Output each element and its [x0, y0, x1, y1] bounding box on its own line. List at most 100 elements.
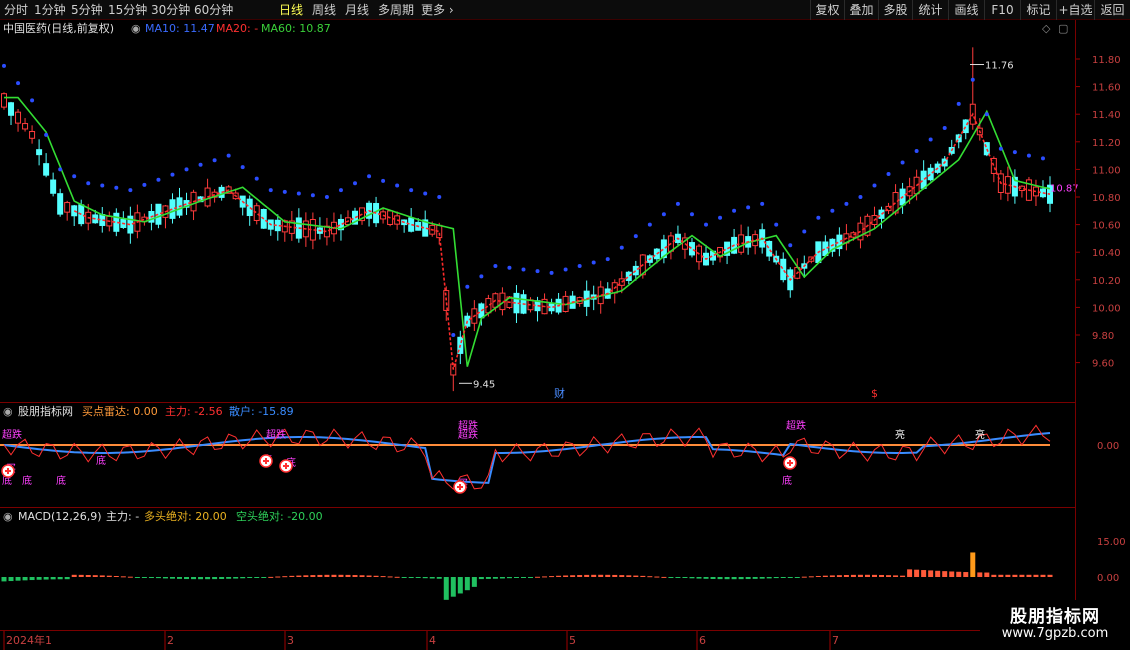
f10-button[interactable]: F10 — [984, 0, 1020, 20]
window-icon[interactable]: ▢ — [1058, 21, 1068, 37]
macd-histogram-bar — [710, 577, 716, 579]
resistance-dot — [830, 208, 835, 213]
macd-histogram-bar — [661, 576, 667, 578]
finance-marker: 财 — [554, 386, 565, 400]
candle-body — [766, 240, 773, 257]
macd-histogram-bar — [752, 577, 758, 579]
macd-histogram-bar — [268, 576, 274, 578]
statistics-button[interactable]: 统计 — [912, 0, 948, 20]
macd-histogram-bar — [528, 577, 534, 578]
stock-name-label: 中国医药(日线,前复权) — [3, 22, 115, 35]
signal-label: 超跌 — [266, 428, 286, 441]
watermark: 股朋指标网 www.7gpzb.com — [980, 600, 1130, 650]
macd-histogram-bar — [464, 577, 470, 591]
macd-tick-label: 0.00 — [1097, 573, 1119, 584]
candle-body — [8, 102, 15, 116]
macd-histogram-bar — [836, 575, 842, 577]
multi-stock-button[interactable]: 多股 — [878, 0, 912, 20]
macd-histogram-bar — [956, 571, 962, 577]
chevron-down-icon[interactable]: ◉ — [3, 404, 13, 420]
period-tab-weekly[interactable]: 周线 — [312, 2, 336, 18]
macd-histogram-bar — [942, 571, 948, 577]
macd-histogram-bar — [647, 576, 653, 578]
macd-histogram-bar — [879, 574, 885, 577]
period-tab-monthly[interactable]: 月线 — [345, 2, 369, 18]
macd-histogram-bar — [162, 577, 168, 579]
macd-histogram-bar — [366, 575, 372, 577]
macd-tick-label: 15.00 — [1097, 537, 1126, 548]
resistance-dot — [507, 265, 512, 270]
resistance-dot — [872, 183, 877, 188]
diamond-icon[interactable]: ◇ — [1042, 21, 1050, 37]
resistance-dot — [184, 167, 189, 172]
resistance-dot — [802, 229, 807, 234]
mark-button[interactable]: 标记 — [1020, 0, 1056, 20]
macd-histogram-bar — [191, 577, 197, 580]
macd-histogram-bar — [254, 577, 260, 578]
macd-histogram-bar — [1040, 574, 1046, 577]
period-tab-1min[interactable]: 1分钟 — [34, 2, 66, 18]
resistance-dot — [619, 245, 624, 250]
macd-histogram-bar — [893, 575, 899, 577]
period-tab-more[interactable]: 更多 › — [421, 2, 454, 18]
macd-histogram-bar — [29, 577, 35, 581]
macd-histogram-bar — [506, 577, 512, 579]
macd-histogram-bar — [1047, 574, 1053, 577]
buy-radar-label: 买点雷达: 0.00 — [82, 405, 158, 418]
candle-body — [50, 179, 57, 194]
resistance-dot — [942, 126, 947, 130]
macd-histogram-bar — [106, 575, 112, 577]
add-watchlist-button[interactable]: +自选 — [1056, 0, 1094, 20]
macd-histogram-bar — [703, 577, 709, 579]
period-tab-multi[interactable]: 多周期 — [378, 2, 414, 18]
period-tab-fenshi[interactable]: 分时 — [4, 2, 28, 18]
support-band-line — [73, 112, 1051, 370]
signal-label: 超跌 — [2, 428, 22, 441]
chart-canvas[interactable]: 11.80 11.60 11.40 11.20 11.00 10.80 10.60 10.40… — [0, 20, 1130, 650]
candle-body — [64, 202, 71, 213]
macd-histogram-bar — [310, 575, 316, 577]
period-tab-15min[interactable]: 15分钟 — [108, 2, 147, 18]
resistance-dot — [268, 188, 273, 193]
chevron-down-icon[interactable]: ◉ — [131, 21, 141, 37]
chevron-down-icon[interactable]: ◉ — [3, 509, 13, 525]
draw-line-button[interactable]: 画线 — [948, 0, 984, 20]
macd-histogram-bar — [598, 574, 604, 577]
resistance-dot — [367, 174, 372, 179]
candle-body — [57, 193, 64, 215]
macd-histogram-bar — [928, 570, 934, 577]
macd-histogram-bar — [387, 576, 393, 578]
macd-histogram-bar — [296, 575, 302, 577]
period-tab-5min[interactable]: 5分钟 — [71, 2, 103, 18]
price-tick-label: 11.20 — [1092, 138, 1121, 149]
resistance-dot — [661, 212, 666, 217]
resistance-dot — [338, 188, 343, 193]
ma10-label: MA10: 11.47 — [145, 22, 215, 35]
macd-histogram-bar — [570, 575, 576, 577]
signal-label: 底 — [782, 474, 792, 487]
resistance-dot — [465, 284, 470, 289]
macd-histogram-bar — [542, 576, 548, 578]
macd-histogram-bar — [50, 577, 56, 580]
macd-histogram-bar — [155, 577, 161, 579]
axis-divider — [1075, 20, 1076, 630]
period-tab-daily[interactable]: 日线 — [279, 2, 303, 18]
resistance-dot — [774, 222, 779, 227]
macd-histogram-bar — [970, 552, 976, 577]
back-button[interactable]: 返回 — [1094, 0, 1130, 20]
candle-body — [632, 265, 639, 276]
macd-histogram-bar — [57, 577, 63, 580]
resistance-dot — [395, 183, 400, 188]
macd-histogram-bar — [240, 577, 246, 579]
restore-rights-button[interactable]: 复权 — [810, 0, 844, 20]
macd-histogram-bar — [1012, 574, 1018, 577]
candle-body — [1, 93, 7, 108]
period-tab-30min[interactable]: 30分钟 — [151, 2, 190, 18]
resistance-dot — [44, 132, 49, 137]
candle-body — [29, 131, 36, 139]
candle-body — [253, 205, 260, 221]
period-toolbar: 分时 1分钟 5分钟 15分钟 30分钟 60分钟 日线 周线 月线 多周期 更… — [0, 0, 1130, 20]
macd-histogram-bar — [886, 575, 892, 577]
period-tab-60min[interactable]: 60分钟 — [194, 2, 233, 18]
overlay-button[interactable]: 叠加 — [844, 0, 878, 20]
